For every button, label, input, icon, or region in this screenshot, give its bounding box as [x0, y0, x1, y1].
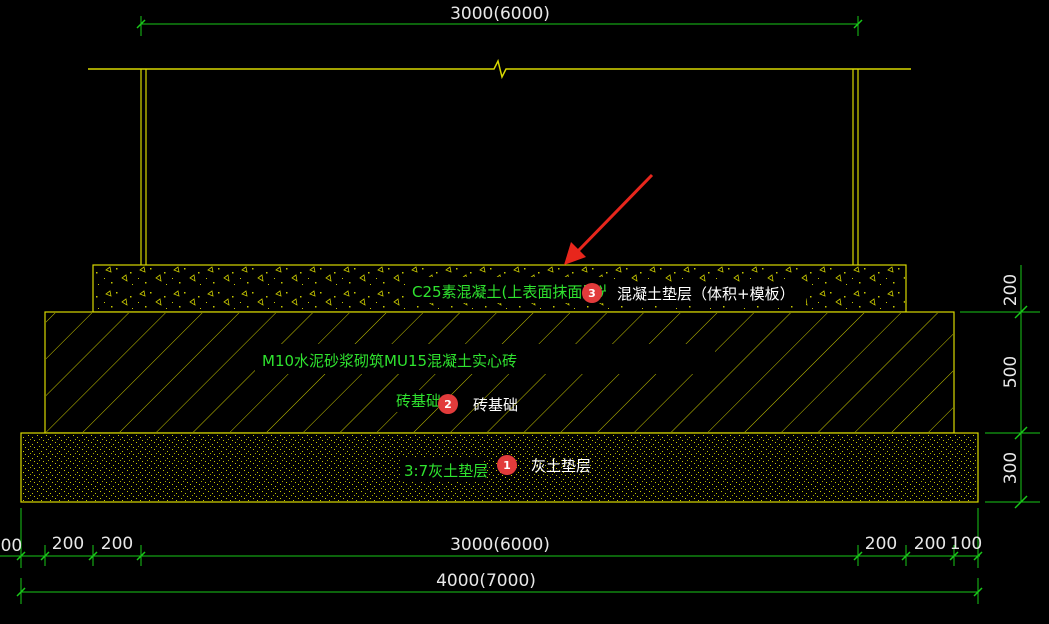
right-1-label: 200 [865, 534, 897, 554]
top-break-line [88, 58, 911, 80]
foundation-section-drawing: 3000(6000) C25素混凝土(上表面抹面压光) M10水泥砂浆砌筑MU1… [0, 3, 1040, 604]
height-concrete-label: 200 [1001, 274, 1021, 306]
brick-foundation-layer: M10水泥砂浆砌筑MU15混凝土实心砖 砖基础 [44, 311, 955, 434]
svg-text:2: 2 [444, 398, 452, 411]
left-cut-label: 100 [0, 536, 22, 556]
label-2: 2 砖基础 [438, 394, 518, 414]
bottom-width-label: 3000(6000) [450, 535, 550, 555]
brick-short-text: 砖基础 [396, 392, 441, 410]
brick-spec-text: M10水泥砂浆砌筑MU15混凝土实心砖 [262, 352, 517, 370]
left-2-label: 200 [101, 534, 133, 554]
pointer-arrow [564, 173, 654, 265]
cad-drawing-canvas: 3000(6000) C25素混凝土(上表面抹面压光) M10水泥砂浆砌筑MU1… [0, 0, 1049, 620]
top-width-label: 3000(6000) [450, 4, 550, 24]
bottom-overall-dimension: 4000(7000) [16, 570, 983, 604]
wall-lines [140, 69, 859, 265]
right-2-label: 200 [914, 534, 946, 554]
right-3-label: 100 [950, 534, 982, 554]
bottom-detail-dimension: 100 200 200 3000(6000) 200 200 100 [0, 508, 983, 568]
overall-width-label: 4000(7000) [436, 571, 536, 591]
left-1-label: 200 [52, 534, 84, 554]
height-brick-label: 500 [1001, 356, 1021, 388]
label-1: 1 灰土垫层 [497, 455, 591, 475]
label-2-text: 砖基础 [473, 396, 518, 414]
label-3-text: 混凝土垫层（体积+模板） [617, 285, 795, 303]
svg-text:3: 3 [588, 287, 596, 300]
label-3: 3 混凝土垫层（体积+模板） [582, 282, 806, 306]
svg-text:1: 1 [503, 459, 511, 472]
label-1-text: 灰土垫层 [531, 457, 591, 475]
lime-spec-text: 3:7灰土垫层 [404, 462, 488, 480]
top-dimension: 3000(6000) [136, 3, 863, 36]
height-lime-label: 300 [1001, 452, 1021, 484]
